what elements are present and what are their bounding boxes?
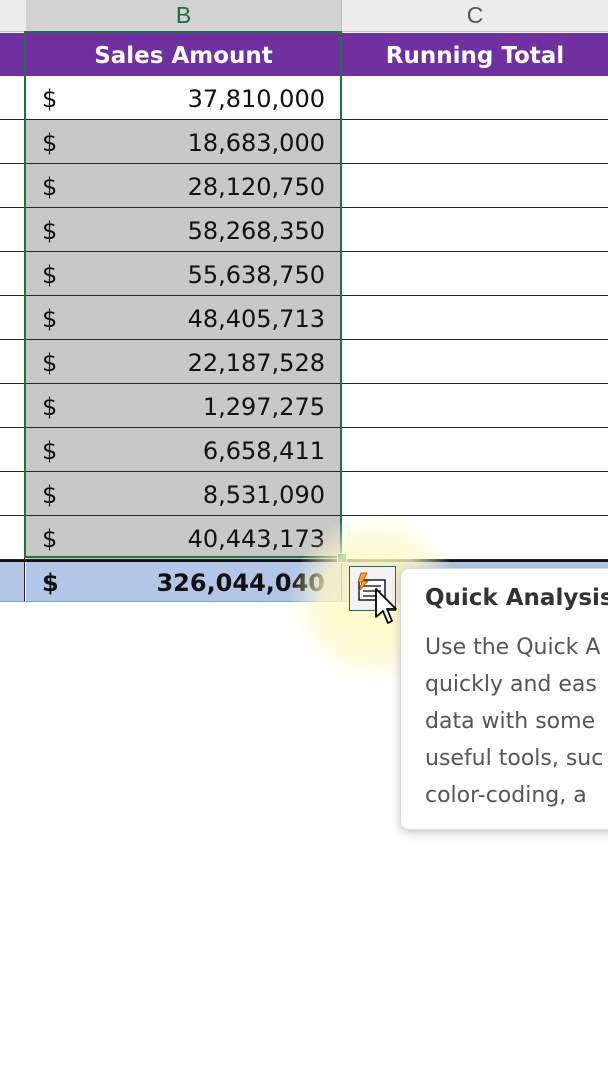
- sales-amount-cell[interactable]: $ 40,443,173: [26, 516, 342, 559]
- sales-amount-value: 40,443,173: [187, 525, 325, 553]
- table-header-sales-amount[interactable]: Sales Amount: [25, 33, 342, 76]
- running-total-cell[interactable]: [342, 428, 608, 471]
- currency-symbol: $: [42, 261, 58, 289]
- table-row: $ 6,658,411: [0, 428, 608, 472]
- table-row: $ 1,297,275: [0, 384, 608, 428]
- running-total-cell[interactable]: [342, 340, 608, 383]
- sales-amount-value: 37,810,000: [187, 85, 325, 113]
- currency-symbol: $: [42, 525, 58, 553]
- cell-a[interactable]: [0, 76, 25, 119]
- sales-amount-cell[interactable]: $ 28,120,750: [26, 164, 342, 207]
- sales-amount-value: 6,658,411: [202, 437, 325, 465]
- running-total-cell[interactable]: [342, 208, 608, 251]
- sales-amount-cell[interactable]: $ 58,268,350: [26, 208, 342, 251]
- running-total-cell[interactable]: [342, 76, 608, 119]
- sales-amount-cell[interactable]: $ 48,405,713: [26, 296, 342, 339]
- running-total-cell[interactable]: [342, 296, 608, 339]
- total-currency-symbol: $: [42, 569, 59, 597]
- quick-analysis-tooltip: Quick Analysis Use the Quick A quickly a…: [400, 568, 608, 830]
- total-cell-a[interactable]: [0, 562, 25, 601]
- currency-symbol: $: [42, 305, 58, 333]
- table-header-running-total[interactable]: Running Total: [342, 33, 608, 76]
- column-header-c[interactable]: C: [342, 0, 608, 32]
- running-total-cell[interactable]: [342, 384, 608, 427]
- running-total-cell[interactable]: [342, 472, 608, 515]
- table-row: $ 55,638,750: [0, 252, 608, 296]
- table-row: $ 37,810,000: [0, 76, 608, 120]
- cell-a[interactable]: [0, 252, 25, 295]
- sales-amount-cell[interactable]: $ 22,187,528: [26, 340, 342, 383]
- sales-amount-cell[interactable]: $ 1,297,275: [26, 384, 342, 427]
- tooltip-line: data with some: [425, 709, 596, 734]
- sales-amount-value: 1,297,275: [202, 393, 325, 421]
- cell-a[interactable]: [0, 296, 25, 339]
- tooltip-line: quickly and eas: [425, 672, 597, 697]
- currency-symbol: $: [42, 481, 58, 509]
- column-header-b[interactable]: B: [26, 0, 342, 33]
- sales-amount-cell[interactable]: $ 18,683,000: [26, 120, 342, 163]
- sales-amount-value: 58,268,350: [187, 217, 325, 245]
- cell-a[interactable]: [0, 120, 25, 163]
- sales-amount-value: 28,120,750: [187, 173, 325, 201]
- sales-amount-cell[interactable]: $ 6,658,411: [26, 428, 342, 471]
- sales-amount-value: 55,638,750: [187, 261, 325, 289]
- cell-a[interactable]: [0, 472, 25, 515]
- table-row: $ 58,268,350: [0, 208, 608, 252]
- tooltip-line: Use the Quick A: [425, 635, 601, 660]
- cell-a[interactable]: [0, 208, 25, 251]
- currency-symbol: $: [42, 217, 58, 245]
- cell-a[interactable]: [0, 428, 25, 471]
- running-total-cell[interactable]: [342, 120, 608, 163]
- currency-symbol: $: [42, 349, 58, 377]
- currency-symbol: $: [42, 173, 58, 201]
- tooltip-title: Quick Analysis: [425, 585, 608, 611]
- sales-amount-cell[interactable]: $ 37,810,000: [26, 76, 342, 119]
- currency-symbol: $: [42, 437, 58, 465]
- sales-amount-value: 48,405,713: [187, 305, 325, 333]
- sales-amount-value: 22,187,528: [187, 349, 325, 377]
- running-total-cell[interactable]: [342, 164, 608, 207]
- currency-symbol: $: [42, 85, 58, 113]
- currency-symbol: $: [42, 393, 58, 421]
- currency-symbol: $: [42, 129, 58, 157]
- table-row: $ 8,531,090: [0, 472, 608, 516]
- tooltip-line: color-coding, a: [425, 783, 587, 808]
- cell-a[interactable]: [0, 384, 25, 427]
- tooltip-line: useful tools, suc: [425, 746, 604, 771]
- sales-amount-value: 18,683,000: [187, 129, 325, 157]
- table-header-cell-a[interactable]: [0, 33, 25, 76]
- mouse-pointer-icon: [375, 588, 397, 624]
- table-row: $ 18,683,000: [0, 120, 608, 164]
- sales-amount-cell[interactable]: $ 8,531,090: [26, 472, 342, 515]
- sales-amount-value: 8,531,090: [202, 481, 325, 509]
- running-total-cell[interactable]: [342, 252, 608, 295]
- cell-a[interactable]: [0, 164, 25, 207]
- sales-amount-cell[interactable]: $ 55,638,750: [26, 252, 342, 295]
- column-header-a[interactable]: [0, 0, 27, 32]
- cell-a[interactable]: [0, 340, 25, 383]
- table-row: $ 22,187,528: [0, 340, 608, 384]
- table-row: $ 48,405,713: [0, 296, 608, 340]
- table-row: $ 28,120,750: [0, 164, 608, 208]
- cell-a[interactable]: [0, 516, 25, 559]
